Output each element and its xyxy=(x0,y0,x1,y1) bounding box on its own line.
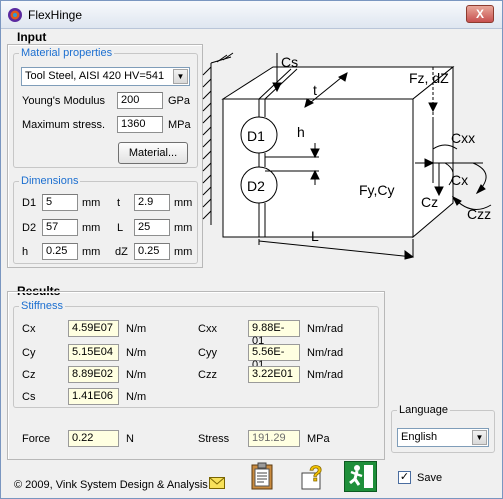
cx-unit: N/m xyxy=(126,323,147,335)
l-label: L xyxy=(117,222,124,234)
diagram-t-label: t xyxy=(313,82,317,98)
diagram-d2-label: D2 xyxy=(247,178,265,194)
help-icon[interactable]: ? xyxy=(301,461,327,491)
czz-label: Czz xyxy=(198,369,217,381)
dimensions-legend: Dimensions xyxy=(21,175,79,187)
t-label: t xyxy=(117,197,121,209)
stiffness-legend: Stiffness xyxy=(21,300,63,312)
save-checkbox[interactable]: ✓ xyxy=(398,471,411,484)
diagram-l-label: L xyxy=(311,228,319,244)
dz-label: dZ xyxy=(115,246,128,258)
cxx-unit: Nm/rad xyxy=(307,323,344,335)
d1-label: D1 xyxy=(22,197,37,209)
cyy-unit: Nm/rad xyxy=(307,347,344,359)
h-label: h xyxy=(22,246,29,258)
material-button[interactable]: Material... xyxy=(118,142,188,164)
youngs-modulus-label: Young's Modulus xyxy=(22,95,106,107)
l-input[interactable]: 25 xyxy=(134,219,170,236)
diagram-d1-label: D1 xyxy=(247,128,265,144)
svg-text:?: ? xyxy=(309,461,322,486)
chevron-down-icon[interactable]: ▼ xyxy=(173,69,188,84)
youngs-modulus-unit: GPa xyxy=(168,95,191,107)
stress-label: Stress xyxy=(198,433,230,445)
cy-output: 5.15E04 xyxy=(68,344,119,361)
cz-unit: N/m xyxy=(126,369,147,381)
diagram-cz-label: Cz xyxy=(421,194,438,210)
h-input[interactable]: 0.25 xyxy=(42,243,78,260)
diagram-cxx-label: Cxx xyxy=(451,130,475,146)
app-window: FlexHinge X Input Material properties To… xyxy=(0,0,503,499)
material-properties-legend: Material properties xyxy=(21,47,113,59)
cs-label: Cs xyxy=(22,391,36,403)
app-icon xyxy=(8,8,22,22)
d1-input[interactable]: 5 xyxy=(42,194,78,211)
exit-icon[interactable] xyxy=(344,461,377,492)
force-output: 0.22 xyxy=(68,430,119,447)
max-stress-unit: MPa xyxy=(168,119,191,131)
input-heading: Input xyxy=(17,30,47,44)
title-bar[interactable]: FlexHinge X xyxy=(1,1,502,29)
d2-input[interactable]: 57 xyxy=(42,219,78,236)
language-legend: Language xyxy=(399,404,448,416)
cyy-output: 5.56E-01 xyxy=(248,344,300,371)
t-unit: mm xyxy=(174,197,193,209)
window-title: FlexHinge xyxy=(28,8,83,22)
d1-unit: mm xyxy=(82,197,101,209)
diagram-fy-label: Fy,Cy xyxy=(359,182,395,198)
diagram-fz-label: Fz, dZ xyxy=(409,70,449,86)
cs-unit: N/m xyxy=(126,391,147,403)
l-unit: mm xyxy=(174,222,193,234)
cx-label: Cx xyxy=(22,323,36,335)
force-label: Force xyxy=(22,433,51,445)
dz-input[interactable]: 0.25 xyxy=(134,243,170,260)
cz-label: Cz xyxy=(22,369,36,381)
close-button[interactable]: X xyxy=(466,5,494,23)
cy-unit: N/m xyxy=(126,347,147,359)
mail-icon[interactable] xyxy=(209,477,225,489)
copyright-text: © 2009, Vink System Design & Analysis xyxy=(14,479,208,491)
hinge-diagram: Cs t Fz, dZ h D1 D2 Cxx Cx Fy,Cy Cz Czz … xyxy=(202,52,492,260)
diagram-cs-label: Cs xyxy=(281,54,298,70)
d2-label: D2 xyxy=(22,222,37,234)
dz-unit: mm xyxy=(174,246,193,258)
material-select-value: Tool Steel, AISI 420 HV=541 xyxy=(25,70,165,82)
cs-output: 1.41E06 xyxy=(68,388,119,405)
cy-label: Cy xyxy=(22,347,36,359)
cxx-label: Cxx xyxy=(198,323,217,335)
diagram-h-label: h xyxy=(297,124,305,140)
force-unit: N xyxy=(126,433,134,445)
stress-output: 191.29 xyxy=(248,430,300,447)
diagram-cx-label: Cx xyxy=(451,172,468,188)
cx-output: 4.59E07 xyxy=(68,320,119,337)
czz-unit: Nm/rad xyxy=(307,369,344,381)
material-select[interactable]: Tool Steel, AISI 420 HV=541 ▼ xyxy=(21,67,190,86)
diagram-czz-label: Czz xyxy=(467,206,491,222)
dimensions-group: Dimensions xyxy=(13,175,198,264)
d2-unit: mm xyxy=(82,222,101,234)
czz-output: 3.22E01 xyxy=(248,366,300,383)
t-input[interactable]: 2.9 xyxy=(134,194,170,211)
h-unit: mm xyxy=(82,246,101,258)
chevron-down-icon[interactable]: ▼ xyxy=(472,430,487,445)
youngs-modulus-input[interactable]: 200 xyxy=(117,92,163,109)
cyy-label: Cyy xyxy=(198,347,217,359)
clipboard-icon[interactable] xyxy=(251,462,273,490)
language-select[interactable]: English ▼ xyxy=(397,428,489,447)
save-label: Save xyxy=(417,472,443,484)
stress-unit: MPa xyxy=(307,433,330,445)
language-select-value: English xyxy=(401,431,438,443)
cxx-output: 9.88E-01 xyxy=(248,320,300,347)
cz-output: 8.89E02 xyxy=(68,366,119,383)
max-stress-label: Maximum stress. xyxy=(22,119,106,131)
max-stress-input[interactable]: 1360 xyxy=(117,116,163,133)
